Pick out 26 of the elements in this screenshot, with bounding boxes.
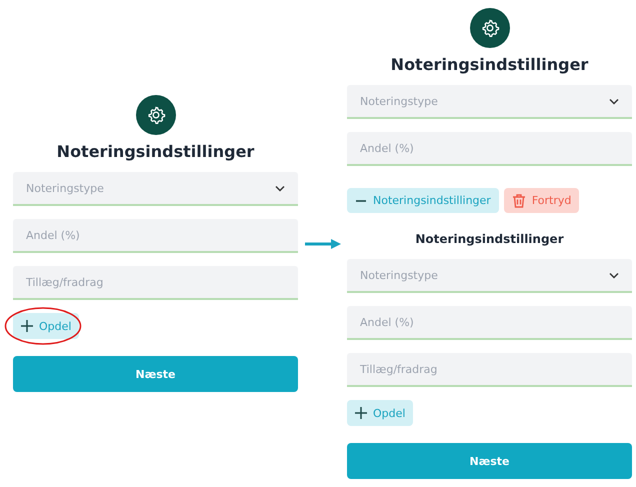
trash-icon	[512, 193, 526, 208]
chevron-down-icon	[609, 98, 619, 104]
split-button[interactable]: Opdel	[13, 313, 80, 339]
input-field[interactable]: Tillæg/fradrag	[13, 266, 298, 300]
split-button[interactable]: Opdel	[347, 400, 414, 426]
input-field[interactable]: Tillæg/fradrag	[347, 353, 632, 387]
input-field[interactable]: Andel (%)	[13, 219, 298, 253]
section-title: Noteringsindstillinger	[415, 231, 564, 248]
right-arrow	[304, 238, 340, 250]
settings-icon	[136, 95, 176, 135]
select-field[interactable]: Noteringstype	[347, 85, 632, 119]
chevron-down-icon	[275, 184, 285, 192]
form-title: Noteringsindstillinger	[390, 54, 588, 76]
chevron-down-icon	[609, 272, 619, 278]
collapse-button[interactable]: Noteringsindstillinger	[347, 188, 499, 213]
settings-icon	[470, 8, 510, 48]
select-field[interactable]: Noteringstype	[347, 259, 632, 293]
input-field[interactable]: Andel (%)	[347, 306, 632, 340]
next-button[interactable]: Næste	[13, 356, 298, 392]
select-field[interactable]: Noteringstype	[13, 172, 298, 206]
form-title: Noteringsindstillinger	[56, 141, 254, 163]
next-button[interactable]: Næste	[347, 443, 632, 479]
input-field[interactable]: Andel (%)	[347, 132, 632, 166]
plus-icon	[21, 320, 33, 332]
undo-button[interactable]: Fortryd	[504, 188, 580, 213]
plus-icon	[355, 407, 367, 419]
